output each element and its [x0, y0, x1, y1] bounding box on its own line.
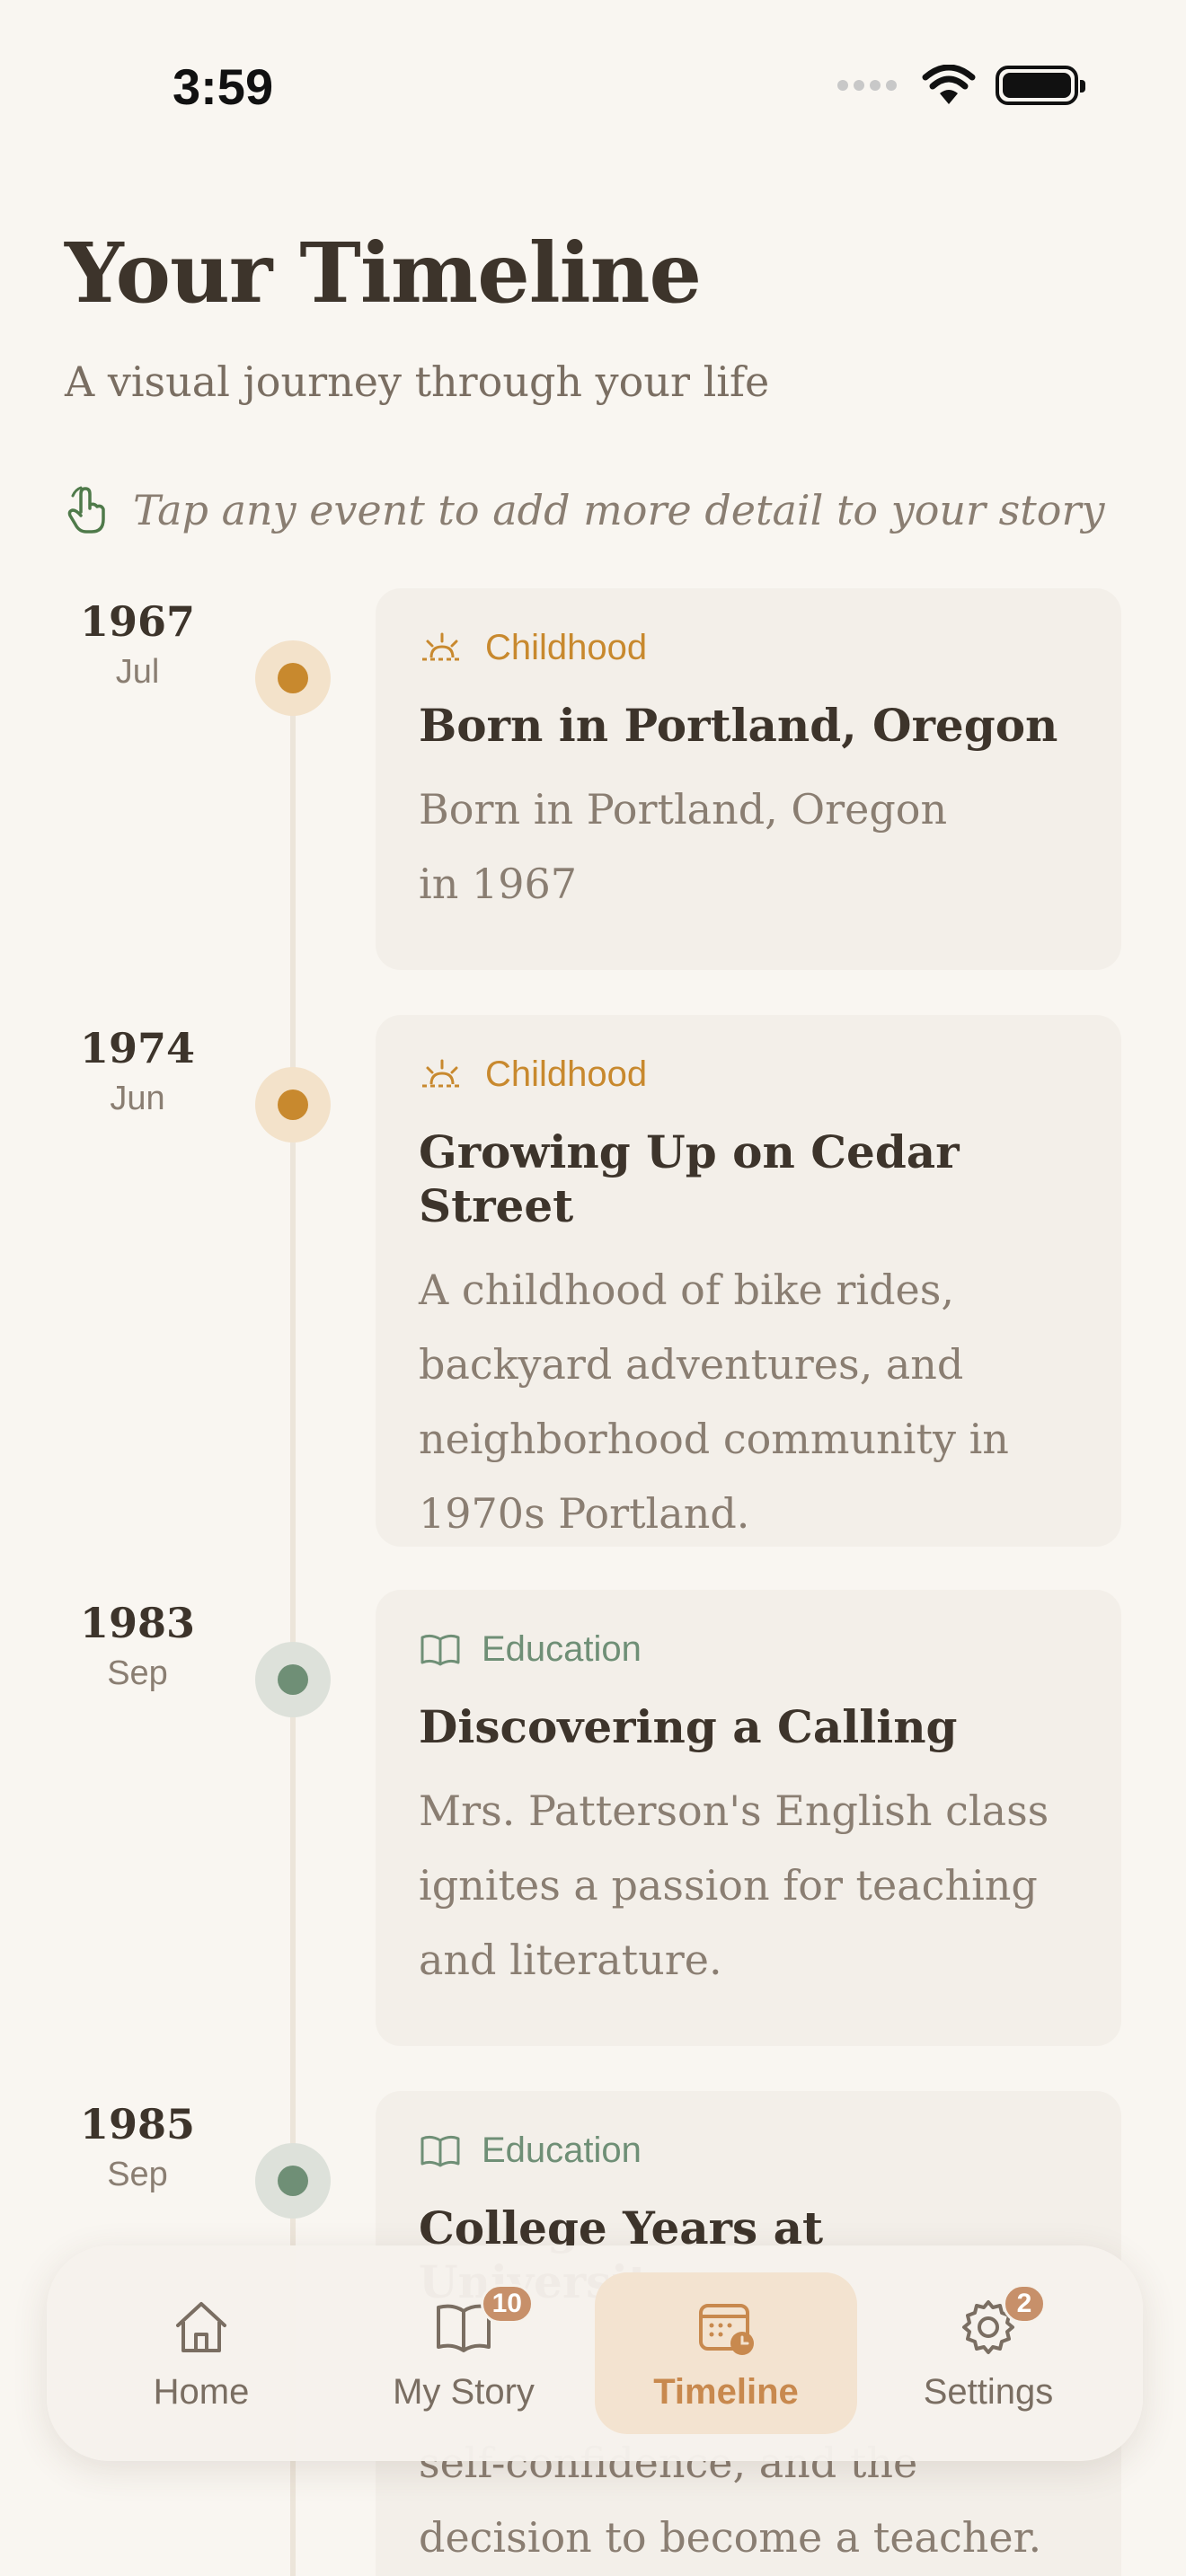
calendar-clock-icon — [699, 2303, 754, 2355]
wifi-icon — [922, 65, 976, 104]
tab-settings[interactable]: 2 Settings — [857, 2272, 1120, 2434]
tab-label: My Story — [393, 2371, 535, 2412]
book-icon — [420, 1634, 460, 1665]
status-icons — [837, 65, 1085, 106]
event-title: Growing Up on Cedar Street — [419, 1125, 960, 1232]
page-subtitle: A visual journey through your life — [65, 357, 770, 406]
status-time: 3:59 — [173, 58, 274, 115]
event-month: Jul — [115, 653, 160, 691]
event-card[interactable]: Education Discovering a Calling Mrs. Pat… — [376, 1590, 1121, 2046]
hint: Tap any event to add more detail to your… — [65, 485, 1104, 535]
tab-label: Settings — [923, 2371, 1054, 2412]
category-label: Education — [482, 1629, 642, 1669]
tab-bar: Home 10 My Story Timeline 2 Settings — [47, 2245, 1143, 2461]
home-icon — [176, 2301, 226, 2352]
notification-badge: 2 — [1003, 2283, 1046, 2324]
hint-text: Tap any event to add more detail to your… — [133, 486, 1105, 534]
battery-icon — [996, 66, 1085, 105]
event-description: A childhood of bike rides, backyard adve… — [419, 1266, 1009, 1538]
timeline-node — [255, 640, 331, 716]
cellular-signal-icon — [837, 80, 897, 91]
notification-badge: 10 — [480, 2283, 534, 2324]
event-date: 1974 Jun — [52, 1024, 223, 1118]
category-label: Childhood — [485, 628, 648, 667]
event-category: Childhood — [419, 1054, 1078, 1095]
event-category: Childhood — [419, 628, 1078, 668]
tab-label: Home — [153, 2371, 250, 2412]
event-card[interactable]: Childhood Growing Up on Cedar Street A c… — [376, 1015, 1121, 1547]
event-month: Sep — [107, 2156, 168, 2193]
tab-home[interactable]: Home — [70, 2272, 332, 2434]
tab-my-story[interactable]: 10 My Story — [332, 2272, 595, 2434]
event-month: Sep — [107, 1654, 168, 1692]
event-year: 1985 — [79, 2100, 196, 2148]
tab-label: Timeline — [653, 2371, 799, 2412]
event-title: Born in Portland, Oregon — [419, 699, 1058, 752]
event-title: Discovering a Calling — [419, 1700, 958, 1753]
event-date: 1985 Sep — [52, 2100, 223, 2194]
event-description: Born in Portland, Oregon in 1967 — [419, 785, 948, 908]
event-year: 1974 — [79, 1024, 196, 1072]
timeline-node — [255, 1642, 331, 1717]
sunrise-icon — [422, 632, 462, 660]
event-card[interactable]: Childhood Born in Portland, Oregon Born … — [376, 588, 1121, 970]
event-date: 1967 Jul — [52, 597, 223, 692]
event-category: Education — [419, 1629, 1078, 1670]
timeline-node — [255, 1067, 331, 1142]
event-year: 1983 — [79, 1599, 196, 1647]
sunrise-icon — [422, 1059, 462, 1087]
tap-hand-icon — [67, 486, 105, 534]
event-category: Education — [419, 2130, 1078, 2171]
event-month: Jun — [110, 1080, 165, 1117]
tab-timeline[interactable]: Timeline — [595, 2272, 857, 2434]
event-description: Mrs. Patterson's English class ignites a… — [419, 1786, 1049, 1984]
event-year: 1967 — [79, 597, 196, 646]
page-title: Your Timeline — [65, 225, 702, 322]
book-icon — [420, 2135, 460, 2166]
category-label: Childhood — [485, 1054, 648, 1094]
timeline-node — [255, 2143, 331, 2219]
category-label: Education — [482, 2130, 642, 2170]
event-date: 1983 Sep — [52, 1599, 223, 1693]
